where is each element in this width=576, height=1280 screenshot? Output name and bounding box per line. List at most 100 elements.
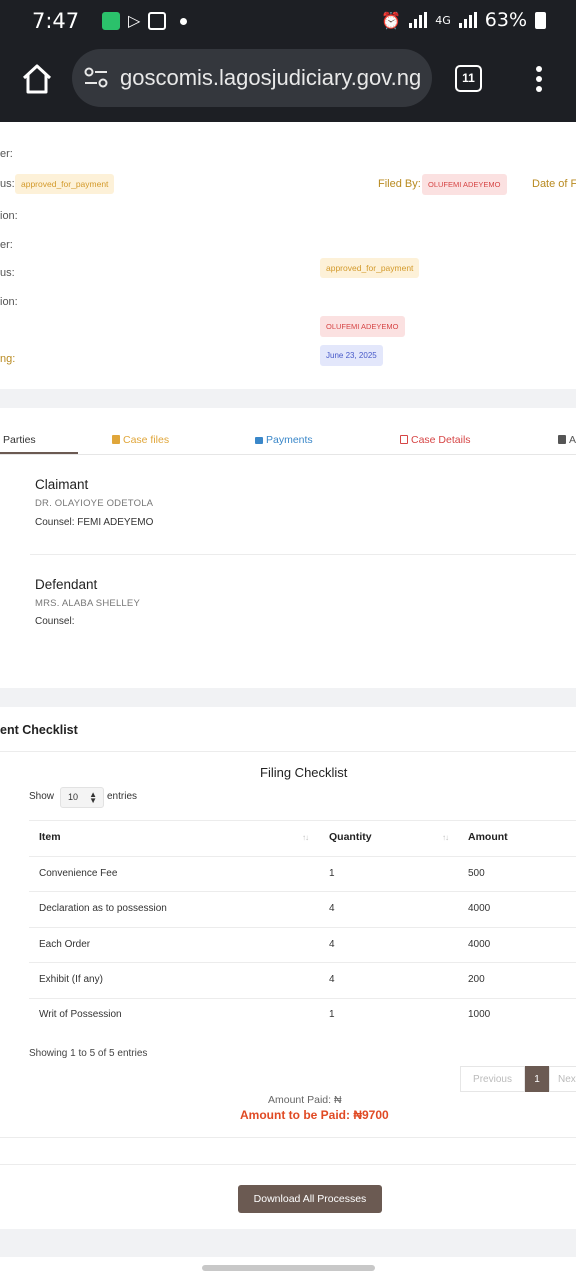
date-badge: June 23, 2025 [320, 345, 383, 366]
status-time: 7:47 [32, 9, 80, 33]
amount-to-be-paid: Amount to be Paid: ₦9700 [240, 1108, 389, 1122]
gesture-nav-bar[interactable] [202, 1265, 375, 1271]
header-row-border [29, 856, 576, 857]
pagination-next[interactable]: Nex [549, 1066, 576, 1092]
media-notification-icon: ▷ [128, 13, 141, 30]
address-bar[interactable]: goscomis.lagosjudiciary.gov.ng [72, 49, 432, 107]
amount-paid: Amount Paid: ₦ [268, 1094, 342, 1106]
signal-icon-2 [458, 12, 477, 28]
number-label-2: er: [0, 239, 13, 251]
sort-icon[interactable]: ↑↓ [442, 833, 449, 842]
status-badge: approved_for_payment [15, 174, 115, 194]
sort-icon[interactable]: ↑↓ [302, 833, 309, 842]
defendant-counsel: Counsel: [35, 616, 75, 627]
case-status-label: us: [0, 178, 15, 190]
row-border [29, 998, 576, 999]
entries-label: entries [107, 791, 138, 802]
app-notification-icon [102, 12, 120, 30]
tab-more-label: A [569, 434, 576, 446]
status-label-2: us: [0, 267, 15, 279]
status-bar: 7:47 ▷ ⏰ 4G 63% [0, 0, 576, 40]
browser-menu-icon[interactable] [536, 66, 542, 94]
cell-amount: 200 [468, 974, 485, 985]
cell-amount: 4000 [468, 939, 491, 950]
column-header-amount[interactable]: Amount [468, 831, 508, 843]
section-separator [0, 389, 576, 408]
entries-per-page-value: 10 [68, 792, 79, 802]
location-label-2: ion: [0, 296, 18, 308]
checklist-section-title: ent Checklist [0, 723, 78, 737]
cell-quantity: 4 [329, 939, 335, 950]
site-settings-icon[interactable] [84, 67, 108, 89]
section-separator-2 [0, 688, 576, 707]
row-border [29, 891, 576, 892]
pagination-previous[interactable]: Previous [460, 1066, 525, 1092]
alarm-icon: ⏰ [381, 10, 402, 30]
filing-label: ng: [0, 353, 16, 365]
bottom-separator [0, 1229, 576, 1257]
notification-icons: ▷ [102, 11, 188, 31]
more-notifications-icon [180, 17, 188, 25]
cell-amount: 4000 [468, 903, 491, 914]
claimant-name: DR. OLAYIOYE ODETOLA [35, 498, 154, 509]
filed-by-label: Filed By: [378, 178, 421, 190]
defendant-name: MRS. ALABA SHELLEY [35, 598, 140, 609]
amount-divider [0, 1137, 576, 1138]
date-label: Date of F [532, 178, 576, 190]
image-notification-icon [148, 12, 167, 30]
row-border [29, 962, 576, 963]
home-icon[interactable] [20, 62, 54, 96]
checklist-divider [0, 751, 576, 752]
location-label: ion: [0, 210, 18, 222]
battery-percent: 63% [484, 9, 527, 31]
column-header-quantity[interactable]: Quantity [329, 831, 372, 843]
filing-checklist-title: Filing Checklist [260, 765, 348, 780]
network-type: 4G [435, 13, 451, 27]
download-all-processes-button[interactable]: Download All Processes [238, 1185, 382, 1213]
cell-item: Convenience Fee [39, 868, 118, 879]
tab-parties-label: Parties [3, 434, 36, 446]
entries-per-page-select[interactable]: 10 ▲ ▼ [60, 787, 104, 808]
credit-card-icon [255, 437, 263, 444]
row-border [29, 927, 576, 928]
tab-parties[interactable]: Parties [3, 434, 36, 446]
battery-icon [535, 11, 546, 29]
column-header-item[interactable]: Item [39, 831, 61, 843]
filed-by-badge: OLUFEMI ADEYEMO [422, 174, 507, 195]
url-text: goscomis.lagosjudiciary.gov.ng [120, 65, 422, 90]
claimant-title: Claimant [35, 477, 89, 492]
tab-switcher-button[interactable]: 11 [455, 65, 482, 92]
cell-quantity: 4 [329, 903, 335, 914]
cell-quantity: 1 [329, 1009, 335, 1020]
tab-case-details[interactable]: Case Details [400, 434, 471, 446]
select-arrows-icon: ▲ ▼ [89, 790, 97, 805]
defendant-title: Defendant [35, 577, 98, 592]
case-number-label: er: [0, 148, 13, 160]
cell-quantity: 4 [329, 974, 335, 985]
tab-more[interactable]: A [558, 434, 576, 446]
cell-amount: 500 [468, 868, 485, 879]
table-info: Showing 1 to 5 of 5 entries [29, 1048, 148, 1059]
tab-payments-label: Payments [266, 434, 313, 446]
table-top-border [29, 820, 576, 821]
party-divider [30, 554, 576, 555]
claimant-counsel: Counsel: FEMI ADEYEMO [35, 517, 154, 528]
cell-item: Writ of Possession [39, 1009, 122, 1020]
cell-item: Each Order [39, 939, 91, 950]
document-icon [400, 435, 408, 444]
browser-toolbar: goscomis.lagosjudiciary.gov.ng 11 [0, 40, 576, 122]
filer-badge: OLUFEMI ADEYEMO [320, 316, 405, 337]
tab-case-files-label: Case files [123, 434, 170, 446]
show-label: Show [29, 791, 55, 802]
signal-icon [409, 12, 428, 28]
cell-amount: 1000 [468, 1009, 491, 1020]
system-icons: ⏰ 4G 63% [381, 9, 546, 31]
tab-case-files[interactable]: Case files [112, 434, 169, 446]
cell-quantity: 1 [329, 868, 335, 879]
footer-divider [0, 1164, 576, 1165]
cell-item: Exhibit (If any) [39, 974, 103, 985]
folder-icon [112, 435, 120, 444]
tab-payments[interactable]: Payments [255, 434, 313, 446]
tab-divider [0, 454, 576, 455]
pagination-page-1[interactable]: 1 [525, 1066, 549, 1092]
